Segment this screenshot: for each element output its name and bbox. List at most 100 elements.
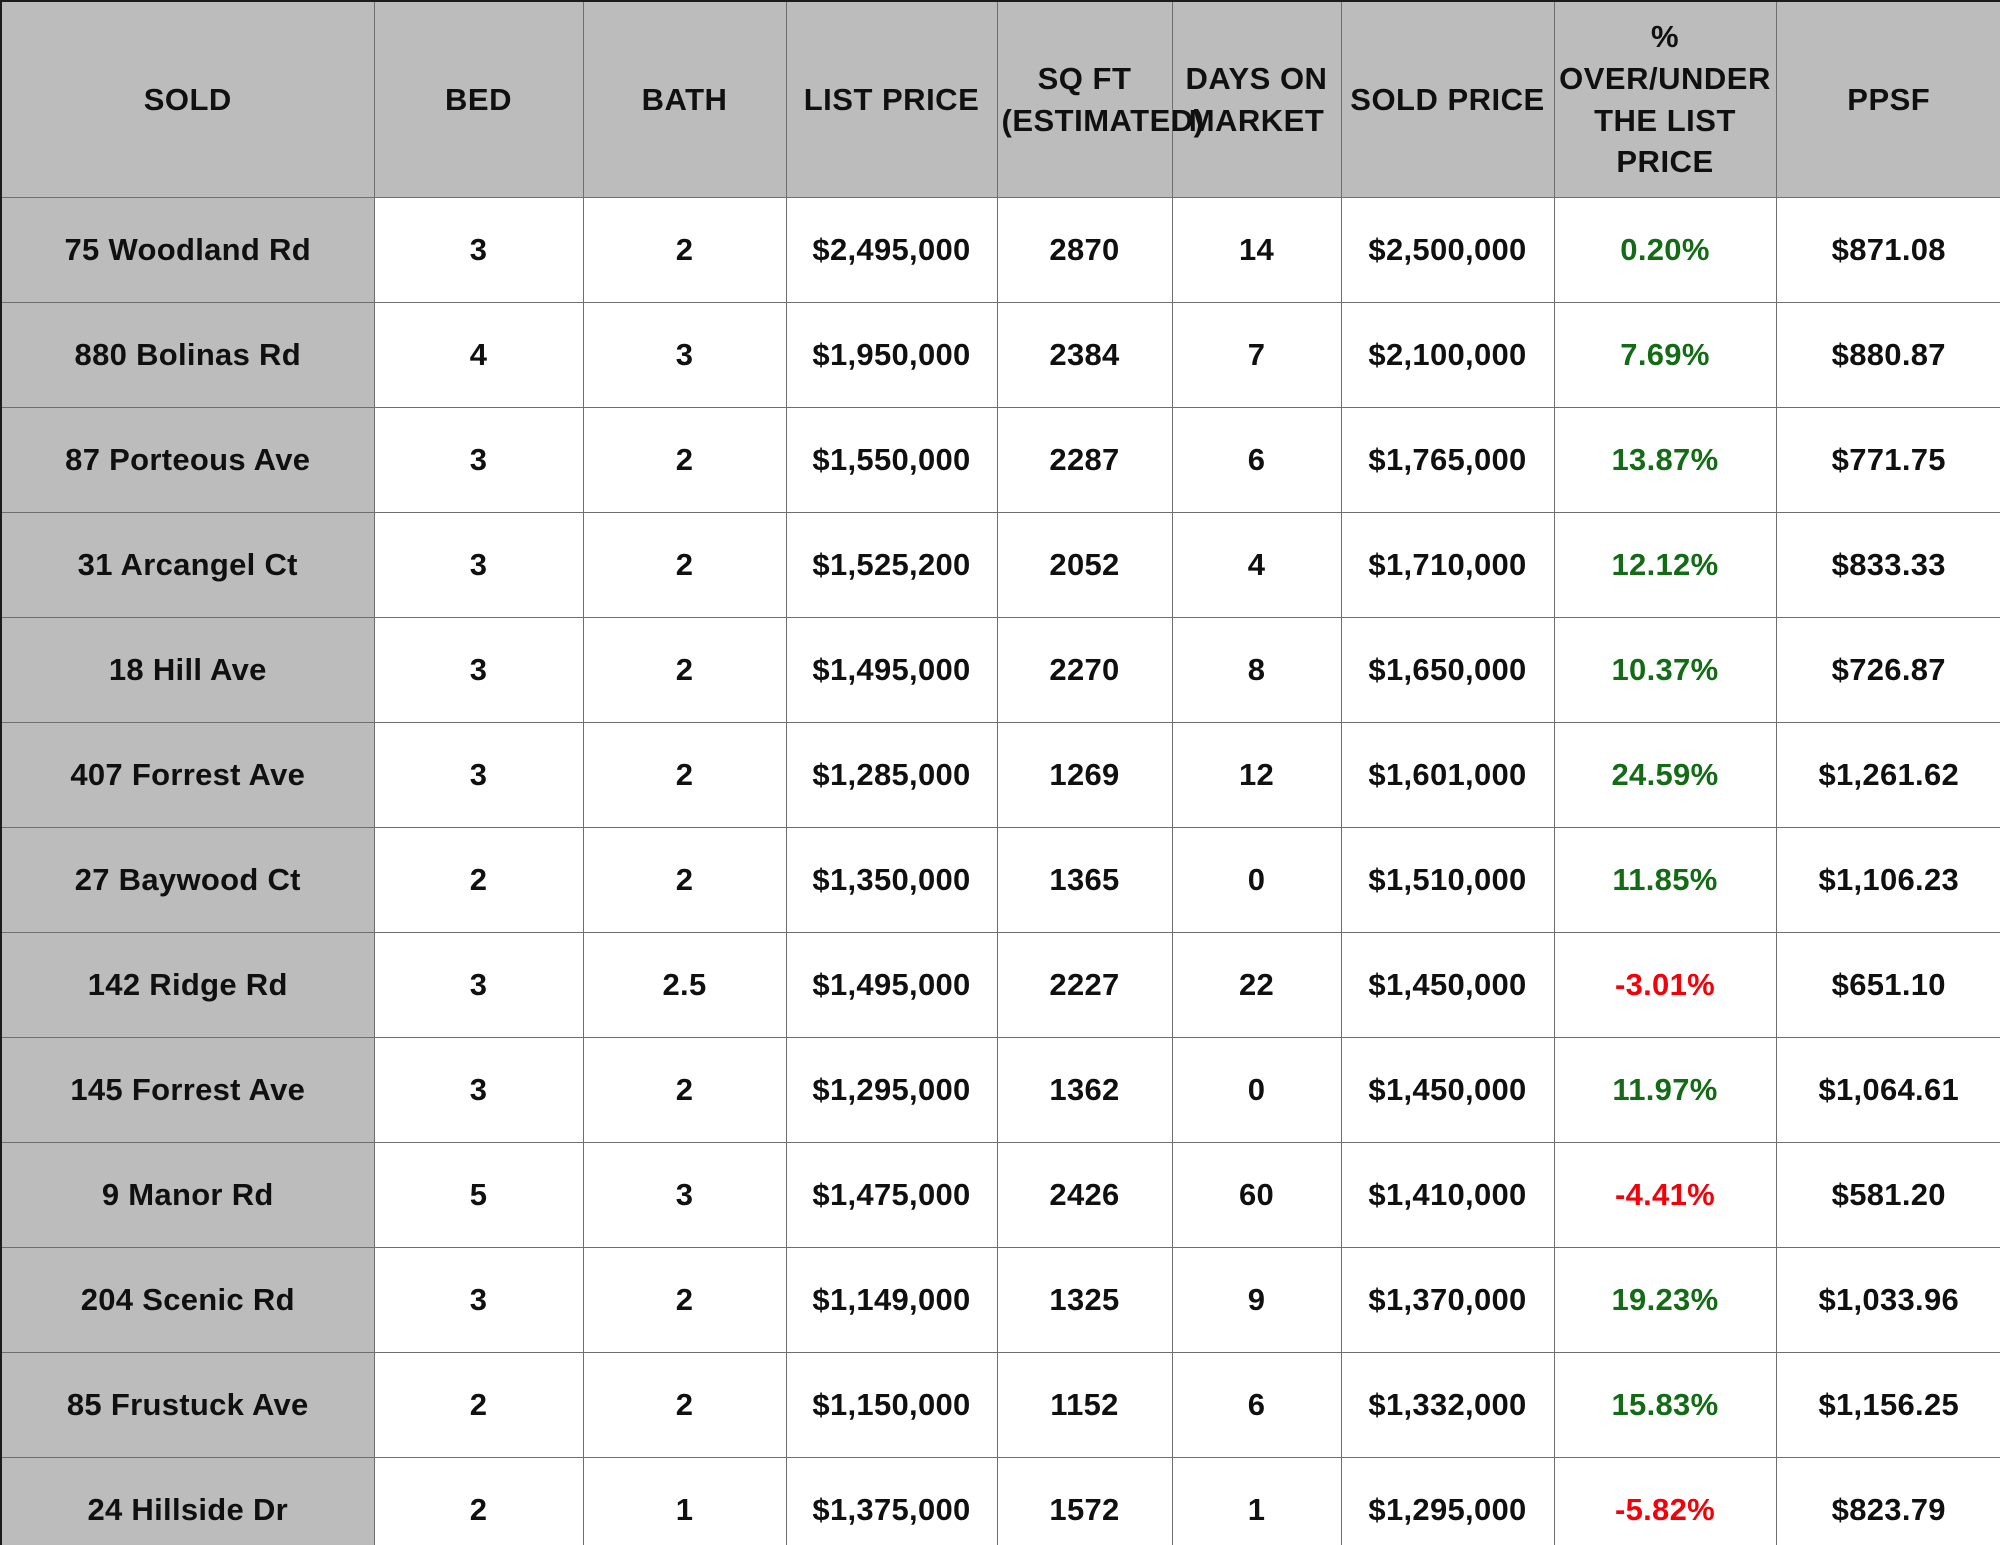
address-cell: 87 Porteous Ave (0, 407, 375, 513)
bath-cell: 3 (582, 302, 787, 408)
column-header-bath: BATH (582, 0, 787, 198)
sqft-estimated-cell: 1362 (996, 1037, 1173, 1143)
address-cell: 145 Forrest Ave (0, 1037, 375, 1143)
table-row: 204 Scenic Rd 3 2 $1,149,000 1325 9 $1,370,000… (0, 1247, 2000, 1353)
bed-cell: 3 (373, 197, 584, 303)
sold-price-cell: $1,510,000 (1340, 827, 1555, 933)
bed-cell: 3 (373, 722, 584, 828)
list-price-cell: $1,350,000 (785, 827, 998, 933)
pct-over-under-cell: 15.83% (1553, 1352, 1777, 1458)
column-header-bed: BED (373, 0, 584, 198)
pct-over-under-cell: 12.12% (1553, 512, 1777, 618)
column-header-list-price: LIST PRICE (785, 0, 998, 198)
sqft-estimated-cell: 1365 (996, 827, 1173, 933)
list-price-cell: $1,295,000 (785, 1037, 998, 1143)
ppsf-cell: $1,033.96 (1775, 1247, 2000, 1353)
pct-over-under-cell: 0.20% (1553, 197, 1777, 303)
ppsf-cell: $1,064.61 (1775, 1037, 2000, 1143)
bath-cell: 2.5 (582, 932, 787, 1038)
bed-cell: 3 (373, 1037, 584, 1143)
pct-over-under-cell: 7.69% (1553, 302, 1777, 408)
sold-price-cell: $1,450,000 (1340, 1037, 1555, 1143)
days-on-market-cell: 0 (1171, 1037, 1342, 1143)
list-price-cell: $2,495,000 (785, 197, 998, 303)
table-header: SOLD BED BATH LIST PRICE SQ FT (ESTIMATED) DA… (0, 0, 2000, 198)
sold-price-cell: $2,500,000 (1340, 197, 1555, 303)
bath-cell: 2 (582, 197, 787, 303)
sqft-estimated-cell: 1572 (996, 1457, 1173, 1545)
bath-cell: 1 (582, 1457, 787, 1545)
list-price-cell: $1,375,000 (785, 1457, 998, 1545)
list-price-cell: $1,285,000 (785, 722, 998, 828)
sqft-estimated-cell: 2052 (996, 512, 1173, 618)
sold-price-cell: $1,601,000 (1340, 722, 1555, 828)
list-price-cell: $1,150,000 (785, 1352, 998, 1458)
bed-cell: 3 (373, 1247, 584, 1353)
address-cell: 18 Hill Ave (0, 617, 375, 723)
address-cell: 407 Forrest Ave (0, 722, 375, 828)
pct-over-under-cell: 11.85% (1553, 827, 1777, 933)
days-on-market-cell: 6 (1171, 1352, 1342, 1458)
days-on-market-cell: 4 (1171, 512, 1342, 618)
address-cell: 24 Hillside Dr (0, 1457, 375, 1545)
pct-over-under-cell: -5.82% (1553, 1457, 1777, 1545)
sold-price-cell: $1,370,000 (1340, 1247, 1555, 1353)
list-price-cell: $1,495,000 (785, 932, 998, 1038)
bed-cell: 3 (373, 617, 584, 723)
pct-over-under-cell: 19.23% (1553, 1247, 1777, 1353)
address-cell: 9 Manor Rd (0, 1142, 375, 1248)
sold-listings-page: SOLD BED BATH LIST PRICE SQ FT (ESTIMATED) DA… (0, 0, 2000, 1545)
pct-over-under-cell: -3.01% (1553, 932, 1777, 1038)
ppsf-cell: $726.87 (1775, 617, 2000, 723)
sqft-estimated-cell: 2270 (996, 617, 1173, 723)
pct-over-under-cell: -4.41% (1553, 1142, 1777, 1248)
bed-cell: 3 (373, 407, 584, 513)
pct-over-under-cell: 24.59% (1553, 722, 1777, 828)
sold-price-cell: $1,295,000 (1340, 1457, 1555, 1545)
table-body: 75 Woodland Rd 3 2 $2,495,000 2870 14 $2,500,0… (0, 197, 2000, 1545)
bath-cell: 2 (582, 617, 787, 723)
column-header-sold-price: SOLD PRICE (1340, 0, 1555, 198)
table-row: 31 Arcangel Ct 3 2 $1,525,200 2052 4 $1,710,00… (0, 512, 2000, 618)
sqft-estimated-cell: 2287 (996, 407, 1173, 513)
sold-price-cell: $1,650,000 (1340, 617, 1555, 723)
address-cell: 204 Scenic Rd (0, 1247, 375, 1353)
table-row: 85 Frustuck Ave 2 2 $1,150,000 1152 6 $1,332,0… (0, 1352, 2000, 1458)
table-row: 24 Hillside Dr 2 1 $1,375,000 1572 1 $1,295,00… (0, 1457, 2000, 1545)
list-price-cell: $1,495,000 (785, 617, 998, 723)
bath-cell: 2 (582, 827, 787, 933)
sold-price-cell: $1,450,000 (1340, 932, 1555, 1038)
ppsf-cell: $1,261.62 (1775, 722, 2000, 828)
pct-over-under-cell: 13.87% (1553, 407, 1777, 513)
bed-cell: 4 (373, 302, 584, 408)
column-header-sqft-estimated: SQ FT (ESTIMATED) (996, 0, 1204, 198)
sold-price-cell: $1,710,000 (1340, 512, 1555, 618)
sold-price-cell: $2,100,000 (1340, 302, 1555, 408)
list-price-cell: $1,149,000 (785, 1247, 998, 1353)
days-on-market-cell: 12 (1171, 722, 1342, 828)
ppsf-cell: $651.10 (1775, 932, 2000, 1038)
days-on-market-cell: 14 (1171, 197, 1342, 303)
bath-cell: 2 (582, 722, 787, 828)
ppsf-cell: $771.75 (1775, 407, 2000, 513)
sqft-estimated-cell: 1152 (996, 1352, 1173, 1458)
table-row: 18 Hill Ave 3 2 $1,495,000 2270 8 $1,650,000 10… (0, 617, 2000, 723)
column-header-ppsf: PPSF (1775, 0, 2000, 198)
table-row: 145 Forrest Ave 3 2 $1,295,000 1362 0 $1,450,0… (0, 1037, 2000, 1143)
days-on-market-cell: 7 (1171, 302, 1342, 408)
days-on-market-cell: 9 (1171, 1247, 1342, 1353)
list-price-cell: $1,475,000 (785, 1142, 998, 1248)
address-cell: 85 Frustuck Ave (0, 1352, 375, 1458)
pct-over-under-cell: 10.37% (1553, 617, 1777, 723)
sqft-estimated-cell: 2384 (996, 302, 1173, 408)
table-row: 142 Ridge Rd 3 2.5 $1,495,000 2227 22 $1,450,0… (0, 932, 2000, 1038)
table-row: 880 Bolinas Rd 4 3 $1,950,000 2384 7 $2,100,00… (0, 302, 2000, 408)
sqft-estimated-cell: 1325 (996, 1247, 1173, 1353)
address-cell: 31 Arcangel Ct (0, 512, 375, 618)
ppsf-cell: $871.08 (1775, 197, 2000, 303)
table-row: 9 Manor Rd 5 3 $1,475,000 2426 60 $1,410,000 -4… (0, 1142, 2000, 1248)
bed-cell: 2 (373, 1352, 584, 1458)
list-price-cell: $1,525,200 (785, 512, 998, 618)
days-on-market-cell: 8 (1171, 617, 1342, 723)
table-row: 407 Forrest Ave 3 2 $1,285,000 1269 12 $1,601,… (0, 722, 2000, 828)
